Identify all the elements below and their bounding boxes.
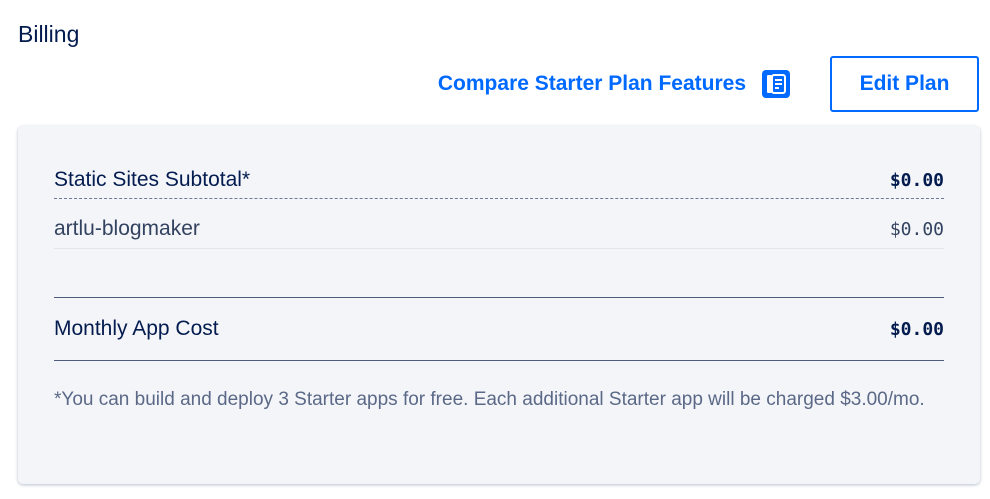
total-amount: $0.00 bbox=[889, 318, 944, 340]
billing-summary-panel: Static Sites Subtotal* $0.00 artlu-blogm… bbox=[18, 126, 980, 484]
document-list-icon bbox=[762, 69, 790, 98]
billing-toolbar: Compare Starter Plan Features Edit Plan bbox=[438, 55, 979, 112]
total-label: Monthly App Cost bbox=[54, 317, 219, 340]
edit-plan-button[interactable]: Edit Plan bbox=[830, 55, 979, 112]
pricing-footnote: *You can build and deploy 3 Starter apps… bbox=[54, 389, 925, 410]
billing-title: Billing bbox=[18, 21, 80, 47]
subtotal-amount: $0.00 bbox=[889, 169, 944, 191]
subtotal-label: Static Sites Subtotal* bbox=[54, 168, 251, 191]
compare-plan-features-link[interactable]: Compare Starter Plan Features bbox=[438, 56, 790, 111]
line-item-name: artlu-blogmaker bbox=[54, 217, 200, 240]
monthly-app-cost-row: Monthly App Cost $0.00 bbox=[54, 297, 944, 361]
static-sites-subtotal-row: Static Sites Subtotal* $0.00 bbox=[54, 162, 944, 199]
line-item-row: artlu-blogmaker $0.00 bbox=[54, 210, 944, 249]
compare-plan-features-label: Compare Starter Plan Features bbox=[437, 71, 746, 95]
line-item-amount: $0.00 bbox=[889, 218, 944, 240]
